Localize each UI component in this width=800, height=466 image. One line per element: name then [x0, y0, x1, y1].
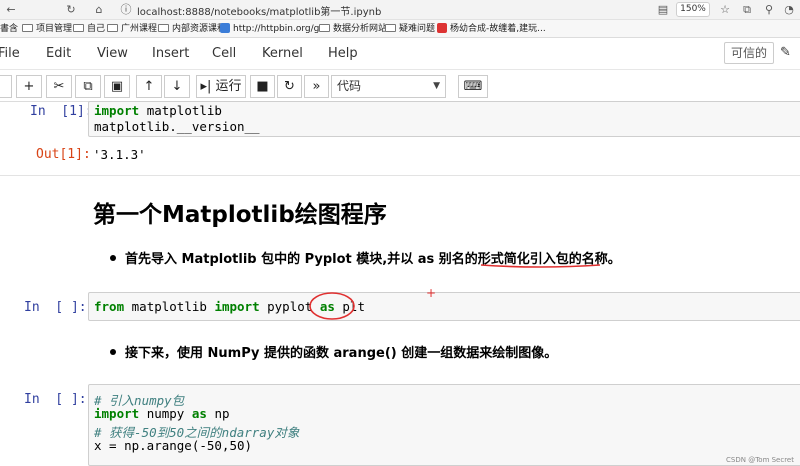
- zoom-level[interactable]: 150%: [676, 2, 710, 17]
- back-arrow-icon[interactable]: ←: [4, 3, 18, 17]
- restart-icon: ↻: [284, 79, 295, 94]
- keyboard-icon: ⌨: [463, 79, 483, 94]
- code-line: import matplotlib: [94, 103, 222, 118]
- code-token: numpy: [146, 406, 185, 421]
- cell-divider: [0, 175, 800, 176]
- browser-address-bar: ← ↻ ⌂ ⓘ localhost:8888/notebooks/matplot…: [0, 0, 800, 20]
- scissors-icon: ✂: [53, 79, 65, 94]
- keyword-token: import: [94, 406, 140, 421]
- bullet-dot: [110, 255, 116, 261]
- profile-icon[interactable]: ◔: [782, 3, 796, 17]
- trusted-indicator[interactable]: 可信的: [724, 42, 774, 64]
- extensions-icon[interactable]: ⚲: [762, 3, 776, 17]
- folder-icon: [158, 24, 169, 32]
- site-logo-icon: [437, 23, 447, 33]
- input-prompt: In [1]:: [30, 104, 93, 119]
- keyword-token: import: [94, 103, 140, 118]
- fast-forward-icon: »: [312, 79, 321, 94]
- arrow-up-icon: ↑: [143, 79, 155, 94]
- code-cell-editor[interactable]: import matplotlib matplotlib.__version__: [88, 101, 800, 137]
- keyword-token: as: [191, 406, 207, 421]
- markdown-heading: 第一个Matplotlib绘图程序: [93, 202, 387, 228]
- folder-icon: [73, 24, 84, 32]
- code-cell-editor[interactable]: from matplotlib import pyplot as plt: [88, 292, 800, 321]
- refresh-icon[interactable]: ↻: [64, 3, 78, 17]
- reader-icon[interactable]: ▤: [656, 3, 670, 17]
- restart-button[interactable]: ↻: [277, 75, 302, 98]
- watermark: CSDN @Tom Secret: [726, 456, 794, 464]
- run-label: 运行: [215, 79, 242, 94]
- annotation-underline: [480, 264, 601, 268]
- code-token: np: [214, 406, 230, 421]
- input-prompt: In [ ]:: [24, 300, 87, 315]
- paste-button[interactable]: ▣: [104, 75, 130, 98]
- save-button[interactable]: [0, 75, 12, 98]
- collections-icon[interactable]: ⧉: [740, 3, 754, 17]
- restart-run-all-button[interactable]: »: [304, 75, 329, 98]
- cell-output: '3.1.3': [93, 147, 146, 162]
- menu-kernel[interactable]: Kernel: [262, 46, 303, 61]
- cut-button[interactable]: ✂: [46, 75, 72, 98]
- cell-type-select[interactable]: 代码 ▼: [331, 75, 446, 98]
- bookmark-folder[interactable]: 自己: [73, 22, 105, 36]
- move-up-button[interactable]: ↑: [136, 75, 162, 98]
- keyword-token: from: [94, 299, 125, 314]
- menu-edit[interactable]: Edit: [46, 46, 71, 61]
- move-down-button[interactable]: ↓: [164, 75, 190, 98]
- bookmark-folder[interactable]: 数据分析网站: [319, 22, 387, 36]
- arrow-down-icon: ↓: [171, 79, 183, 94]
- menu-cell[interactable]: Cell: [212, 46, 236, 61]
- edit-pencil-icon[interactable]: ✎: [780, 45, 791, 60]
- code-cell-editor[interactable]: # 引入numpy包 import numpy as np # 获得-50到50…: [88, 384, 800, 466]
- insert-cell-button[interactable]: +: [16, 75, 42, 98]
- interrupt-button[interactable]: ■: [250, 75, 275, 98]
- menu-file[interactable]: File: [0, 46, 20, 61]
- code-line: x = np.arange(-50,50): [94, 438, 253, 453]
- plus-icon: +: [23, 79, 35, 94]
- info-icon: ⓘ: [120, 3, 132, 16]
- keyword-token: import: [214, 299, 260, 314]
- copy-icon: ⧉: [83, 79, 93, 94]
- code-line: import numpy as np: [94, 406, 230, 421]
- code-token: matplotlib: [131, 299, 207, 314]
- bookmark-folder[interactable]: 疑难问题: [385, 22, 435, 36]
- output-prompt: Out[1]:: [36, 147, 91, 162]
- folder-icon: [319, 24, 330, 32]
- folder-icon: [385, 24, 396, 32]
- folder-icon: [107, 24, 118, 32]
- copy-button[interactable]: ⧉: [75, 75, 101, 98]
- crosshair-cursor-icon: +: [426, 286, 437, 300]
- jupyter-menubar: File Edit View Insert Cell Kernel Help: [0, 38, 800, 70]
- bookmark-item[interactable]: 書含: [0, 22, 18, 36]
- url-text[interactable]: localhost:8888/notebooks/matplotlib第一节.i…: [137, 3, 381, 18]
- menu-view[interactable]: View: [97, 46, 128, 61]
- star-icon[interactable]: ☆: [718, 3, 732, 17]
- bullet-dot: [110, 349, 116, 355]
- home-icon[interactable]: ⌂: [92, 3, 106, 17]
- bookmark-folder[interactable]: 内部资源课程: [158, 22, 226, 36]
- code-token: matplotlib: [146, 103, 222, 118]
- input-prompt: In [ ]:: [24, 392, 87, 407]
- bookmark-folder[interactable]: 广州课程: [107, 22, 157, 36]
- menu-insert[interactable]: Insert: [152, 46, 189, 61]
- annotation-circle: [309, 292, 355, 320]
- markdown-bullet: 接下来，使用 NumPy 提供的函数 arange() 创建一组数据来绘制图像。: [110, 342, 557, 361]
- bookmark-folder[interactable]: 项目管理: [22, 22, 72, 36]
- folder-icon: [22, 24, 33, 32]
- bookmarks-bar: 書含 项目管理 自己 广州课程 内部资源课程 http://httpbin.or…: [0, 20, 800, 38]
- cell-type-value: 代码: [337, 79, 362, 93]
- run-button[interactable]: ▸| 运行: [196, 75, 246, 98]
- menu-help[interactable]: Help: [328, 46, 358, 61]
- code-line: matplotlib.__version__: [94, 119, 260, 134]
- command-palette-button[interactable]: ⌨: [458, 75, 488, 98]
- code-token: pyplot: [267, 299, 313, 314]
- stop-icon: ■: [256, 79, 269, 94]
- chevron-down-icon: ▼: [433, 81, 440, 91]
- globe-icon: [220, 23, 230, 33]
- bookmark-link[interactable]: 杨幼合成-故缠着,建玩...: [437, 22, 546, 36]
- step-forward-icon: ▸|: [200, 79, 212, 94]
- paste-icon: ▣: [110, 79, 124, 94]
- bookmark-link[interactable]: http://httpbin.org/get: [220, 22, 328, 36]
